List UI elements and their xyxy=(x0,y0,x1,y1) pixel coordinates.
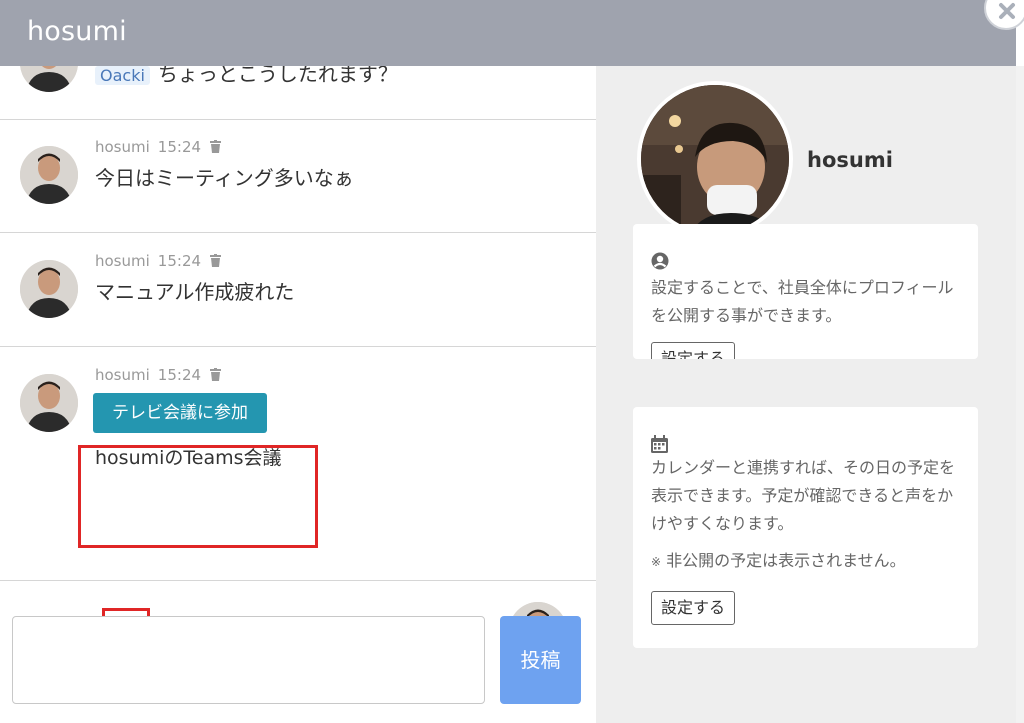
message-time: 15:24 xyxy=(157,366,202,384)
post-button[interactable]: 投稿 xyxy=(500,616,581,704)
trash-icon[interactable] xyxy=(209,253,221,271)
list-item: hosumi 15:24 テレビ会議に参加 hosumiのTeams会議 xyxy=(0,347,596,548)
message-meta: hosumi 15:24 xyxy=(95,138,221,157)
avatar xyxy=(20,146,78,204)
avatar xyxy=(20,66,78,92)
dialog-header: hosumi xyxy=(0,0,1016,66)
avatar xyxy=(20,374,78,432)
close-icon xyxy=(999,3,1015,19)
trash-icon[interactable] xyxy=(209,139,221,157)
dialog-title: hosumi xyxy=(27,16,127,47)
join-video-meeting-button[interactable]: テレビ会議に参加 xyxy=(93,393,267,433)
card-description: 設定することで、社員全体にプロフィールを公開する事ができます。 xyxy=(651,278,954,325)
chat-panel: Oacki ちょっとこうしたれます？ hosumi 15:24 今日はミーティング多… xyxy=(0,66,596,723)
message-time: 15:24 xyxy=(157,138,202,156)
message-meta: hosumi 15:24 xyxy=(95,366,221,385)
background-edge xyxy=(1016,66,1024,723)
trash-icon[interactable] xyxy=(209,367,221,385)
list-item: hosumi 15:24 今日はミーティング多いなぁ xyxy=(0,119,596,233)
message-input[interactable] xyxy=(12,616,485,704)
message-text: マニュアル作成疲れた xyxy=(95,280,295,304)
user-circle-icon xyxy=(651,252,669,274)
avatar xyxy=(20,260,78,318)
message-author: hosumi xyxy=(95,366,150,384)
profile-photo xyxy=(637,81,793,237)
list-item: Oacki ちょっとこうしたれます？ xyxy=(0,66,596,120)
message-time: 15:24 xyxy=(157,252,202,270)
message-author: hosumi xyxy=(95,252,150,270)
card-description: カレンダーと連携すれば、その日の予定を表示できます。予定が確認できると声をかけや… xyxy=(651,458,956,533)
card-note: ※ 非公開の予定は表示されません。 xyxy=(651,551,906,570)
divider xyxy=(0,580,596,581)
calendar-card: カレンダーと連携すれば、その日の予定を表示できます。予定が確認できると声をかけや… xyxy=(633,407,978,648)
message-meta: hosumi 15:24 xyxy=(95,252,221,271)
profile-settings-button[interactable]: 設定する xyxy=(651,342,736,359)
message-text: 今日はミーティング多いなぁ xyxy=(95,166,354,190)
list-item: hosumi 15:24 マニュアル作成疲れた xyxy=(0,233,596,347)
profile-settings-card: 設定することで、社員全体にプロフィールを公開する事ができます。 設定する xyxy=(633,224,978,359)
message-text: ちょっとこうしたれます？ xyxy=(157,66,398,86)
highlight-box xyxy=(78,445,318,548)
asterisk-icon: ※ xyxy=(651,555,662,569)
profile-name: hosumi xyxy=(807,148,893,172)
calendar-settings-button[interactable]: 設定する xyxy=(651,591,736,625)
mention-tag: Oacki xyxy=(95,66,150,85)
message-author: hosumi xyxy=(95,138,150,156)
